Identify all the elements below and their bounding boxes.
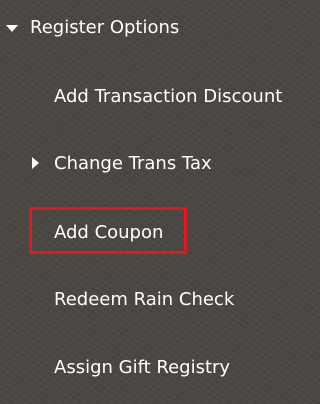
menu-item-change-trans-tax[interactable]: Change Trans Tax bbox=[54, 151, 212, 177]
menu-item-assign-gift-registry[interactable]: Assign Gift Registry bbox=[54, 355, 230, 381]
register-options-header[interactable]: Register Options bbox=[30, 15, 179, 41]
caret-right-icon[interactable] bbox=[32, 157, 39, 169]
menu-item-redeem-rain-check[interactable]: Redeem Rain Check bbox=[54, 287, 234, 313]
register-options-menu: Register Options Add Transaction Discoun… bbox=[0, 0, 309, 404]
caret-down-icon[interactable] bbox=[6, 25, 18, 32]
menu-item-add-transaction-discount[interactable]: Add Transaction Discount bbox=[54, 84, 282, 110]
menu-item-add-coupon[interactable]: Add Coupon bbox=[54, 220, 163, 246]
